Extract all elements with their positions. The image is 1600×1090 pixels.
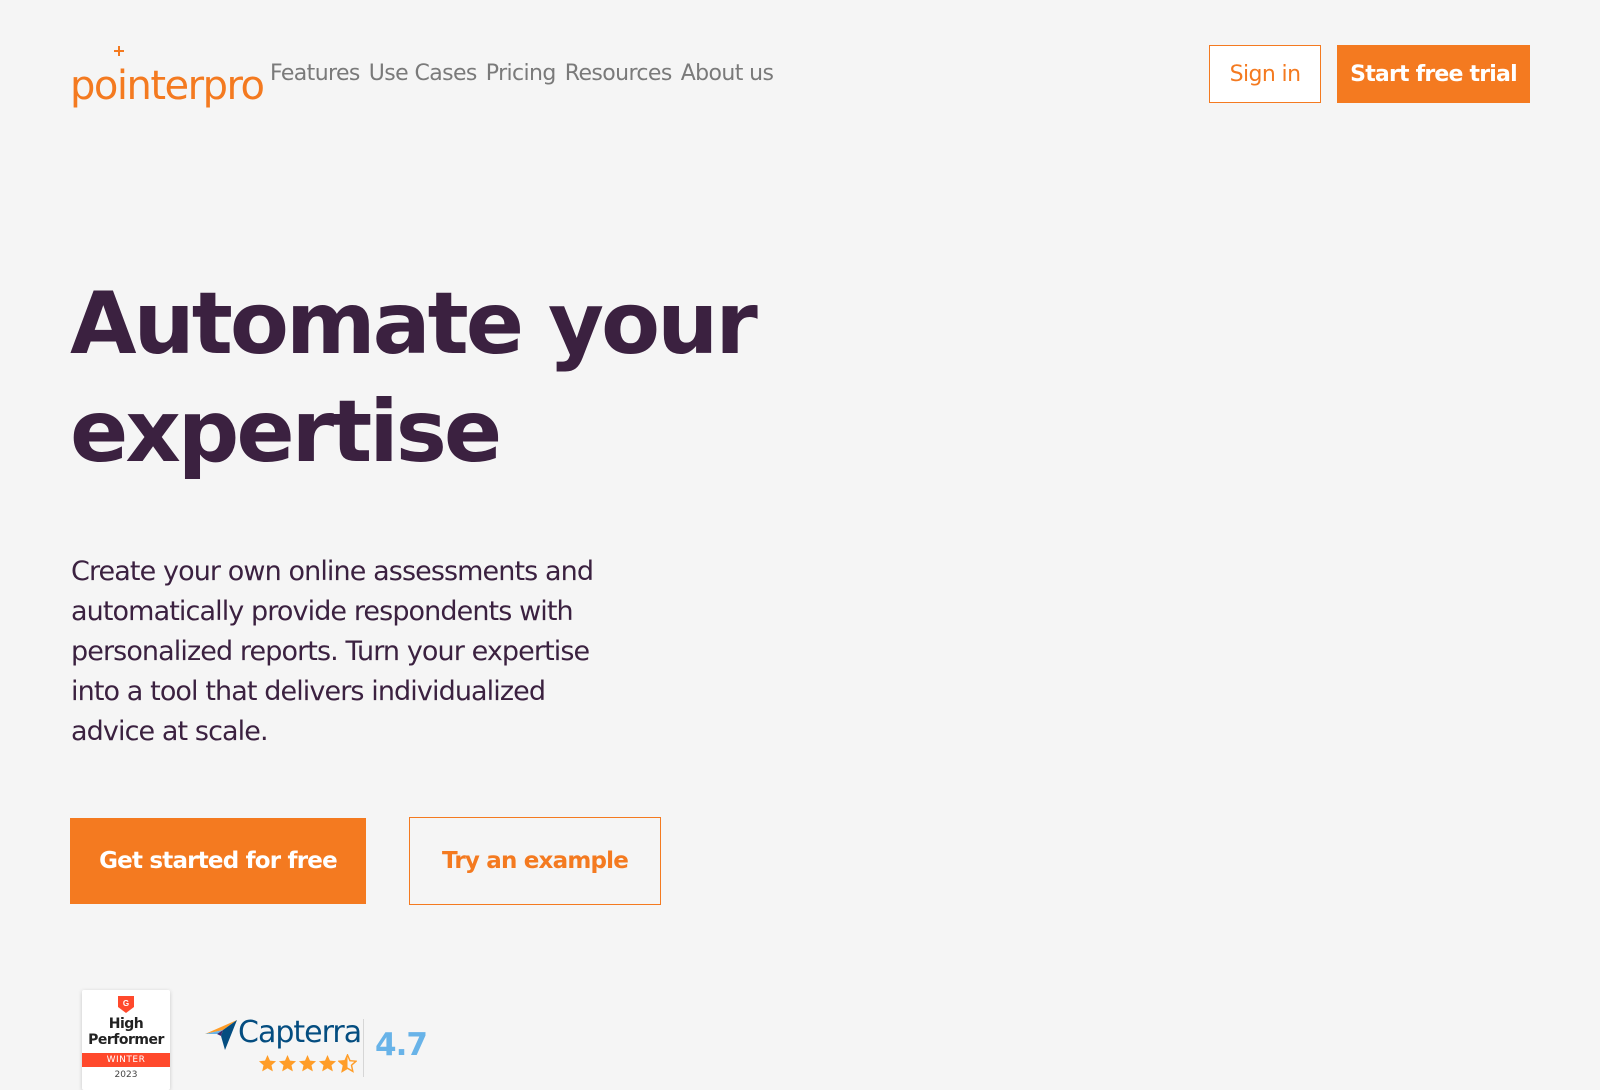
g2-high-performer-badge: G High Performer WINTER 2023 bbox=[82, 990, 170, 1090]
star-icon bbox=[258, 1054, 277, 1072]
logo-spark-icon bbox=[114, 46, 124, 56]
logo-text: pointerpro bbox=[70, 63, 265, 109]
try-example-button[interactable]: Try an example bbox=[409, 817, 661, 905]
g2-badge-year: 2023 bbox=[114, 1070, 138, 1080]
hero-description: Create your own online assessments and a… bbox=[71, 556, 594, 747]
capterra-name: Capterra bbox=[238, 1015, 362, 1050]
nav-item-pricing[interactable]: Pricing bbox=[486, 61, 557, 86]
hero-title: Automate your expertise bbox=[70, 274, 758, 482]
site-header: pointerpro Features Use Cases Pricing Re… bbox=[0, 0, 1600, 150]
main-nav: Features Use Cases Pricing Resources Abo… bbox=[270, 61, 774, 86]
pointerpro-logo[interactable]: pointerpro bbox=[70, 46, 265, 109]
g2-badge-line2: Performer bbox=[88, 1032, 164, 1048]
capterra-arrow-icon bbox=[205, 1020, 237, 1050]
start-free-trial-button[interactable]: Start free trial bbox=[1337, 45, 1530, 103]
capterra-divider bbox=[363, 1019, 364, 1077]
half-star-icon bbox=[338, 1054, 357, 1073]
star-icon bbox=[298, 1054, 317, 1072]
g2-badge-season: WINTER bbox=[82, 1053, 170, 1067]
g2-badge-line1: High bbox=[108, 1016, 144, 1032]
nav-item-resources[interactable]: Resources bbox=[565, 61, 673, 86]
capterra-rating: Capterra 4.7 bbox=[203, 1013, 433, 1080]
capterra-score: 4.7 bbox=[375, 1027, 428, 1063]
nav-item-use-cases[interactable]: Use Cases bbox=[369, 61, 478, 86]
svg-text:G: G bbox=[123, 999, 129, 1008]
capterra-stars bbox=[258, 1054, 357, 1073]
g2-logo-icon: G bbox=[118, 996, 134, 1013]
nav-item-about-us[interactable]: About us bbox=[681, 61, 774, 86]
get-started-button[interactable]: Get started for free bbox=[70, 818, 366, 904]
sign-in-button[interactable]: Sign in bbox=[1209, 45, 1321, 103]
star-icon bbox=[318, 1054, 337, 1072]
star-icon bbox=[278, 1054, 297, 1072]
nav-item-features[interactable]: Features bbox=[270, 61, 360, 86]
